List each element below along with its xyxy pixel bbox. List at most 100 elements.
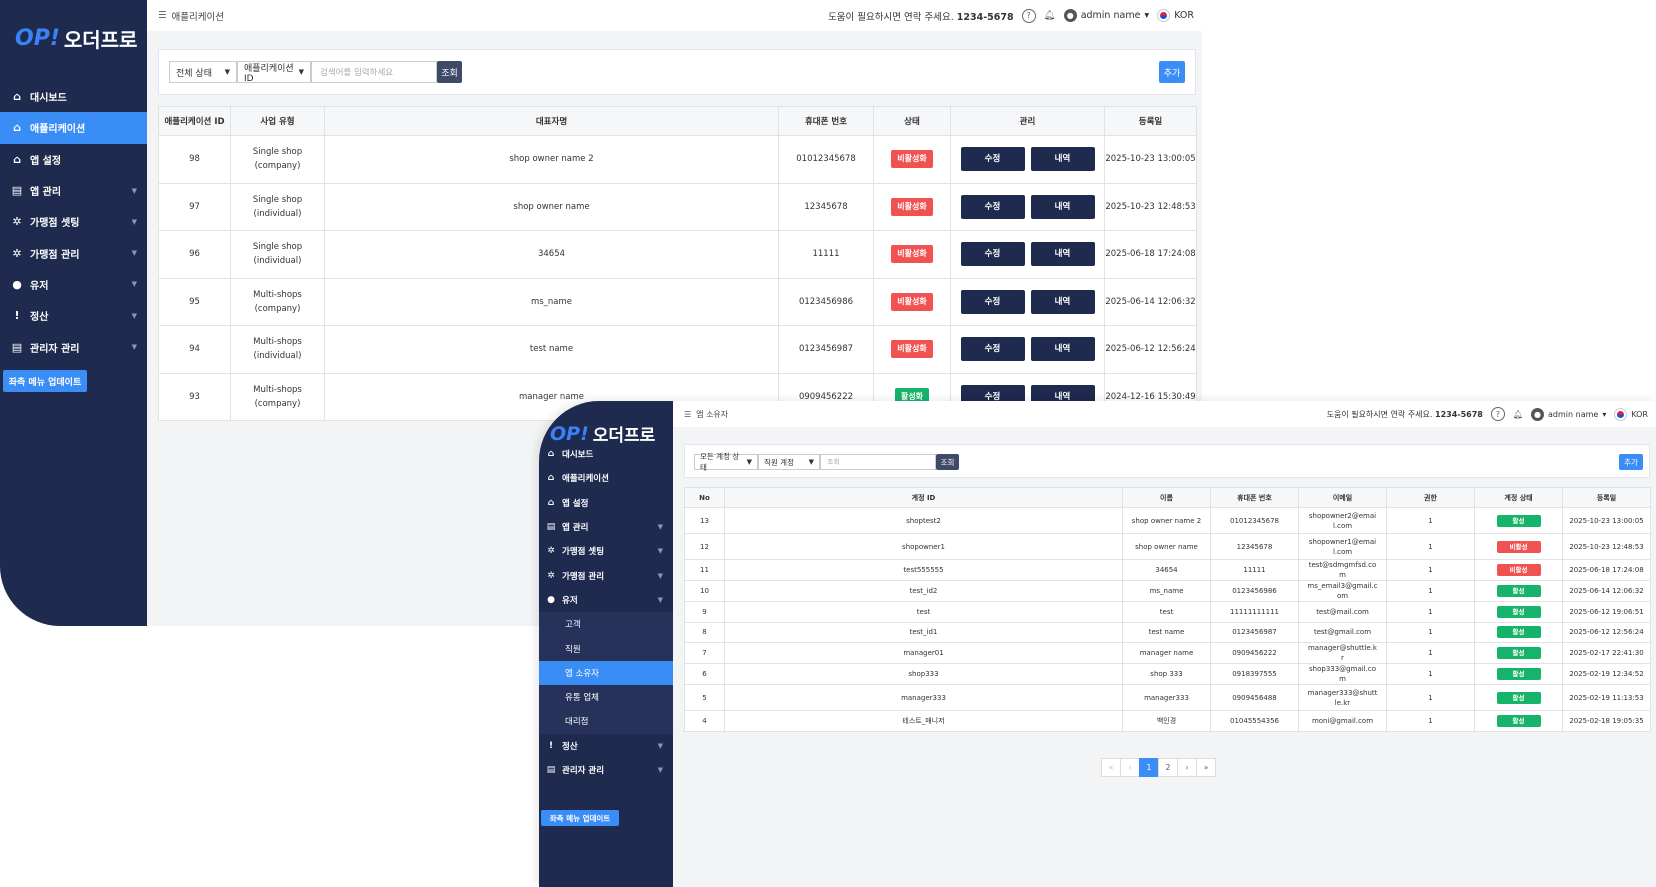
history-button[interactable]: 내역 [1030,337,1095,362]
email-cell: manager@shuttle.kr [1298,642,1387,664]
registered-date-cell: 2025-02-19 11:13:53 [1562,684,1651,711]
sidebar-subitem[interactable]: 대리점 [539,709,673,733]
sidebar-item[interactable]: ! 정산 ▼ [539,734,673,758]
column-header: 이름 [1122,487,1211,508]
account-status-cell: 비활성 [1474,533,1563,560]
bell-icon[interactable]: 🔔︎ [1044,10,1056,21]
sidebar-item-label: 유저 [562,595,578,606]
last-page-button[interactable]: » [1196,758,1216,777]
gear-icon: ✲ [12,215,22,229]
row-number-cell: 4 [684,710,725,732]
sidebar-item[interactable]: ⌂ 대시보드 [0,81,147,112]
gear-icon: ✲ [547,570,555,581]
sidebar-item[interactable]: ▤ 앱 관리 ▼ [0,175,147,206]
account-status-cell: 활성 [1474,580,1563,602]
registered-date-cell: 2025-06-18 17:24:08 [1104,230,1197,279]
status-select[interactable]: 전체 상태 ▼ [169,61,237,83]
sidebar-item-label: 대시보드 [562,450,594,461]
row-number-cell: 7 [684,642,725,664]
status-badge: 비활성화 [891,197,933,216]
registered-date-cell: 2025-06-12 12:56:24 [1562,621,1651,643]
table-header-row: 애플리케이션 ID 사업 유형 대표자명 휴대폰 번호 상태 관리 등록일 [158,106,1197,136]
update-menu-button[interactable]: 좌측 메뉴 업데이트 [3,370,87,392]
edit-button[interactable]: 수정 [960,242,1025,267]
home-icon: ⌂ [13,90,21,104]
language-selector[interactable]: KOR [1157,9,1194,22]
logo[interactable]: OP! 오더프로 [15,24,137,53]
table-row: 10 test_id2 ms_name 0123456986 ms_email3@gma… [684,580,1651,602]
edit-button[interactable]: 수정 [960,194,1025,219]
help-icon[interactable]: ? [1490,407,1505,421]
row-number-cell: 8 [684,621,725,643]
edit-button[interactable]: 수정 [960,289,1025,314]
registered-date-cell: 2025-06-14 12:06:32 [1562,580,1651,602]
next-page-button[interactable]: › [1177,758,1197,777]
help-text: 도움이 필요하시면 연락 주세요. 1234-5678 [828,9,1014,23]
page-number-button[interactable]: 2 [1158,758,1178,777]
status-cell: 비활성화 [873,230,951,279]
status-cell: 비활성화 [873,325,951,374]
application-id-cell: 96 [158,230,231,279]
status-badge: 활성 [1496,647,1541,659]
sidebar-subitem[interactable]: 고객 [539,612,673,636]
email-cell: test@gmail.com [1298,621,1387,643]
registered-date-cell: 2025-10-23 12:48:53 [1104,182,1197,231]
edit-button[interactable]: 수정 [960,147,1025,172]
page-number-button[interactable]: 1 [1139,758,1159,777]
sidebar-item[interactable]: ✲ 가맹점 셋팅 ▼ [539,539,673,563]
sidebar-subitem[interactable]: 직원 [539,636,673,660]
row-number-cell: 13 [684,507,725,534]
sidebar-item[interactable]: ✲ 가맹점 관리 ▼ [0,237,147,268]
sidebar-item[interactable]: ⌂ 애플리케이션 [539,466,673,490]
menu-toggle-icon[interactable]: ☰ [684,410,691,419]
phone-cell: 0909456488 [1210,684,1299,711]
add-button[interactable]: 추가 [1619,454,1643,470]
language-selector[interactable]: KOR [1614,407,1648,421]
history-button[interactable]: 내역 [1030,194,1095,219]
search-input[interactable]: 검색어를 입력하세요 [311,61,437,83]
menu-toggle-icon[interactable]: ☰ [158,10,167,21]
sidebar-item[interactable]: ▤ 앱 관리 ▼ [539,515,673,539]
history-button[interactable]: 내역 [1030,147,1095,172]
user-menu[interactable]: ● admin name ▾ [1063,9,1149,22]
first-page-button[interactable]: « [1101,758,1121,777]
sidebar-item[interactable]: ! 정산 ▼ [0,300,147,331]
field-select[interactable]: 애플리케이션 ID ▼ [237,61,311,84]
sidebar-item[interactable]: ● 유저 ▼ [539,588,673,612]
history-button[interactable]: 내역 [1030,242,1095,267]
sidebar-item[interactable]: ✲ 가맹점 관리 ▼ [539,563,673,587]
sidebar-subitem-label: 유통 업체 [565,693,599,704]
account-status-select[interactable]: 모든 계정 상태 ▼ [694,452,758,472]
edit-button[interactable]: 수정 [960,337,1025,362]
update-menu-button[interactable]: 좌측 메뉴 업데이트 [541,810,619,826]
account-type-select[interactable]: 직원 계정 ▼ [758,454,820,470]
sidebar-item[interactable]: ⌂ 앱 설정 [0,144,147,175]
search-input[interactable]: 조회 [820,454,936,470]
sidebar-subitem[interactable]: 유통 업체 [539,685,673,709]
sidebar-item[interactable]: ● 유저 ▼ [0,269,147,300]
logo-mark: OP! [15,26,60,51]
sidebar-item[interactable]: ✲ 가맹점 셋팅 ▼ [0,206,147,237]
sidebar-item[interactable]: ▤ 관리자 관리 ▼ [539,758,673,782]
search-button[interactable]: 조회 [437,61,462,83]
add-button[interactable]: 추가 [1159,61,1185,83]
prev-page-button[interactable]: ‹ [1120,758,1140,777]
sidebar-item[interactable]: ⌂ 애플리케이션 [0,112,147,144]
help-icon[interactable]: ? [1021,8,1036,23]
user-menu[interactable]: ● admin name ▾ [1531,407,1606,421]
history-button[interactable]: 내역 [1030,289,1095,314]
phone-cell: 01012345678 [778,135,874,184]
sidebar-item-label: 정산 [562,741,578,752]
sidebar-item[interactable]: ⌂ 대시보드 [539,442,673,466]
sidebar-subitem[interactable]: 앱 소유자 [539,660,673,685]
owner-name-cell: shop owner name 2 [324,135,779,184]
sidebar-item-label: 가맹점 셋팅 [562,547,605,558]
registered-date-cell: 2025-10-23 12:48:53 [1562,533,1651,560]
sidebar-item[interactable]: ⌂ 앱 설정 [539,491,673,515]
column-header: 관리 [950,106,1105,136]
home-icon: ⌂ [547,473,555,484]
search-button[interactable]: 조회 [936,454,959,470]
user-name: admin name [1548,409,1599,419]
bell-icon[interactable]: 🔔︎ [1513,410,1523,419]
sidebar-item[interactable]: ▤ 관리자 관리 ▼ [0,331,147,362]
